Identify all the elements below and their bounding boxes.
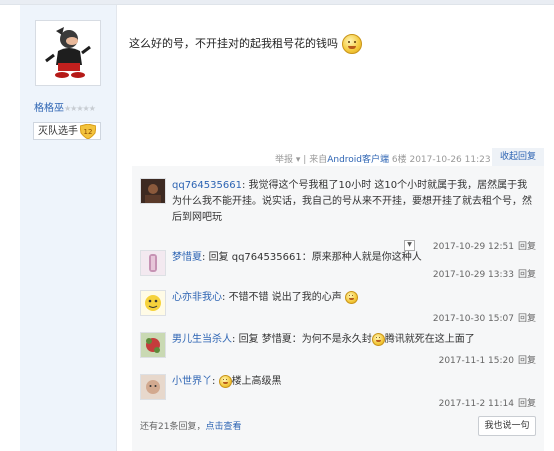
author-name-text[interactable]: 格格巫 [34, 103, 64, 114]
post-meta: 举报 ▾ | 来自Android客户端 6楼 2017-10-26 11:23 [275, 152, 491, 165]
reply-link[interactable]: 回复 [518, 399, 536, 409]
reply-username[interactable]: 小世界丫 [172, 376, 212, 387]
reply-text-block: 男儿生当杀人: 回复 梦惜夏：为何不是永久封 腾讯就死在这上面了 [172, 332, 475, 346]
reply-text-block: 梦惜夏: 回复 qq764535661：原来那种人就是你这种人 [172, 252, 422, 263]
more-replies-count: 还有21条回复， [140, 422, 206, 432]
reply-meta: 2017-10-30 15:07 回复 [433, 311, 536, 324]
meta-separator: | [303, 155, 307, 165]
post-content: 这么好的号，不开挂对的起我租号花的钱吗 [129, 34, 362, 54]
author-avatar-image [45, 27, 91, 78]
post-text: 这么好的号，不开挂对的起我租号花的钱吗 [129, 37, 338, 50]
smile-emoji-icon [371, 332, 385, 346]
reply-avatar[interactable] [140, 332, 166, 358]
smile-emoji-icon [341, 34, 362, 54]
reply-time: 2017-11-1 15:20 [438, 356, 514, 366]
reply-text: 楼上高级黑 [231, 376, 282, 387]
reply-text-continued: 腾讯就死在这上面了 [384, 334, 475, 345]
level-shield-icon: 12 [79, 123, 97, 146]
reply-username[interactable]: qq764535661 [172, 180, 242, 191]
post-time: 2017-10-26 11:23 [409, 155, 491, 165]
more-replies: 还有21条回复，点击查看 [140, 419, 241, 432]
column-divider [116, 5, 117, 451]
author-level-name: 灭队选手 [38, 126, 78, 137]
reply-avatar[interactable] [140, 374, 166, 400]
reply-avatar[interactable] [140, 178, 166, 204]
report-dropdown-icon[interactable]: ▾ [293, 155, 303, 165]
reply-list: qq764535661: 我觉得这个号我租了10小时 这10个小时就属于我，居然… [132, 166, 544, 451]
reply-text: 不错不错 说出了我的心声 [228, 292, 342, 303]
reply-text: 回复 梦惜夏：为何不是永久封 [238, 334, 372, 345]
reply-meta: 2017-11-2 11:14 回复 [439, 396, 536, 409]
reply-link[interactable]: 回复 [518, 356, 536, 366]
report-link[interactable]: 举报 [275, 155, 293, 165]
reply-item: qq764535661: 我觉得这个号我租了10小时 这10个小时就属于我，居然… [140, 178, 536, 252]
reply-item: 小世界丫: 楼上高级黑 2017-11-2 11:14 回复 [140, 374, 536, 410]
reply-username[interactable]: 男儿生当杀人 [172, 334, 232, 345]
client-link[interactable]: Android客户端 [327, 155, 389, 165]
reply-text-block: 心亦非我心: 不错不错 说出了我的心声 [172, 290, 532, 306]
reply-meta: 2017-11-1 15:20 回复 [439, 353, 536, 366]
smile-emoji-icon [218, 374, 232, 388]
reply-time: 2017-10-29 13:33 [432, 270, 514, 280]
reply-username[interactable]: 心亦非我心 [172, 292, 222, 303]
reply-time: 2017-10-30 15:07 [432, 314, 514, 324]
author-level-badge[interactable]: 灭队选手 12 [33, 122, 101, 140]
author-stars: ★★★★★ [64, 104, 96, 113]
floor-number: 6楼 [391, 155, 407, 165]
add-reply-button[interactable]: 我也说一句 [478, 416, 536, 436]
smile-emoji-icon [344, 290, 358, 304]
author-avatar[interactable] [35, 20, 101, 86]
collapse-replies-button[interactable]: 收起回复 [492, 148, 544, 166]
author-name[interactable]: 格格巫★★★★★ [34, 99, 96, 114]
author-level-num: 12 [84, 128, 93, 136]
reply-text-block: 小世界丫: 楼上高级黑 [172, 374, 282, 388]
reply-link[interactable]: 回复 [518, 270, 536, 280]
author-panel: 格格巫★★★★★ 灭队选手 12 [20, 5, 116, 451]
reply-text-block: qq764535661: 我觉得这个号我租了10小时 这10个小时就属于我，居然… [172, 180, 532, 223]
reply-avatar[interactable] [140, 250, 166, 276]
reply-item: 梦惜夏: 回复 qq764535661：原来那种人就是你这种人 2017-10-… [140, 250, 536, 280]
reply-avatar[interactable] [140, 290, 166, 316]
reply-meta: 2017-10-29 13:33 回复 [433, 267, 536, 280]
reply-text: 回复 qq764535661：原来那种人就是你这种人 [208, 252, 422, 263]
reply-item: 心亦非我心: 不错不错 说出了我的心声 2017-10-30 15:07 回复 [140, 290, 536, 324]
reply-item: 男儿生当杀人: 回复 梦惜夏：为何不是永久封 腾讯就死在这上面了 2017-11-… [140, 332, 536, 366]
from-label: 来自 [309, 155, 328, 165]
view-more-link[interactable]: 点击查看 [205, 422, 241, 432]
reply-link[interactable]: 回复 [518, 314, 536, 324]
reply-username[interactable]: 梦惜夏 [172, 252, 202, 263]
reply-time: 2017-11-2 11:14 [438, 399, 514, 409]
